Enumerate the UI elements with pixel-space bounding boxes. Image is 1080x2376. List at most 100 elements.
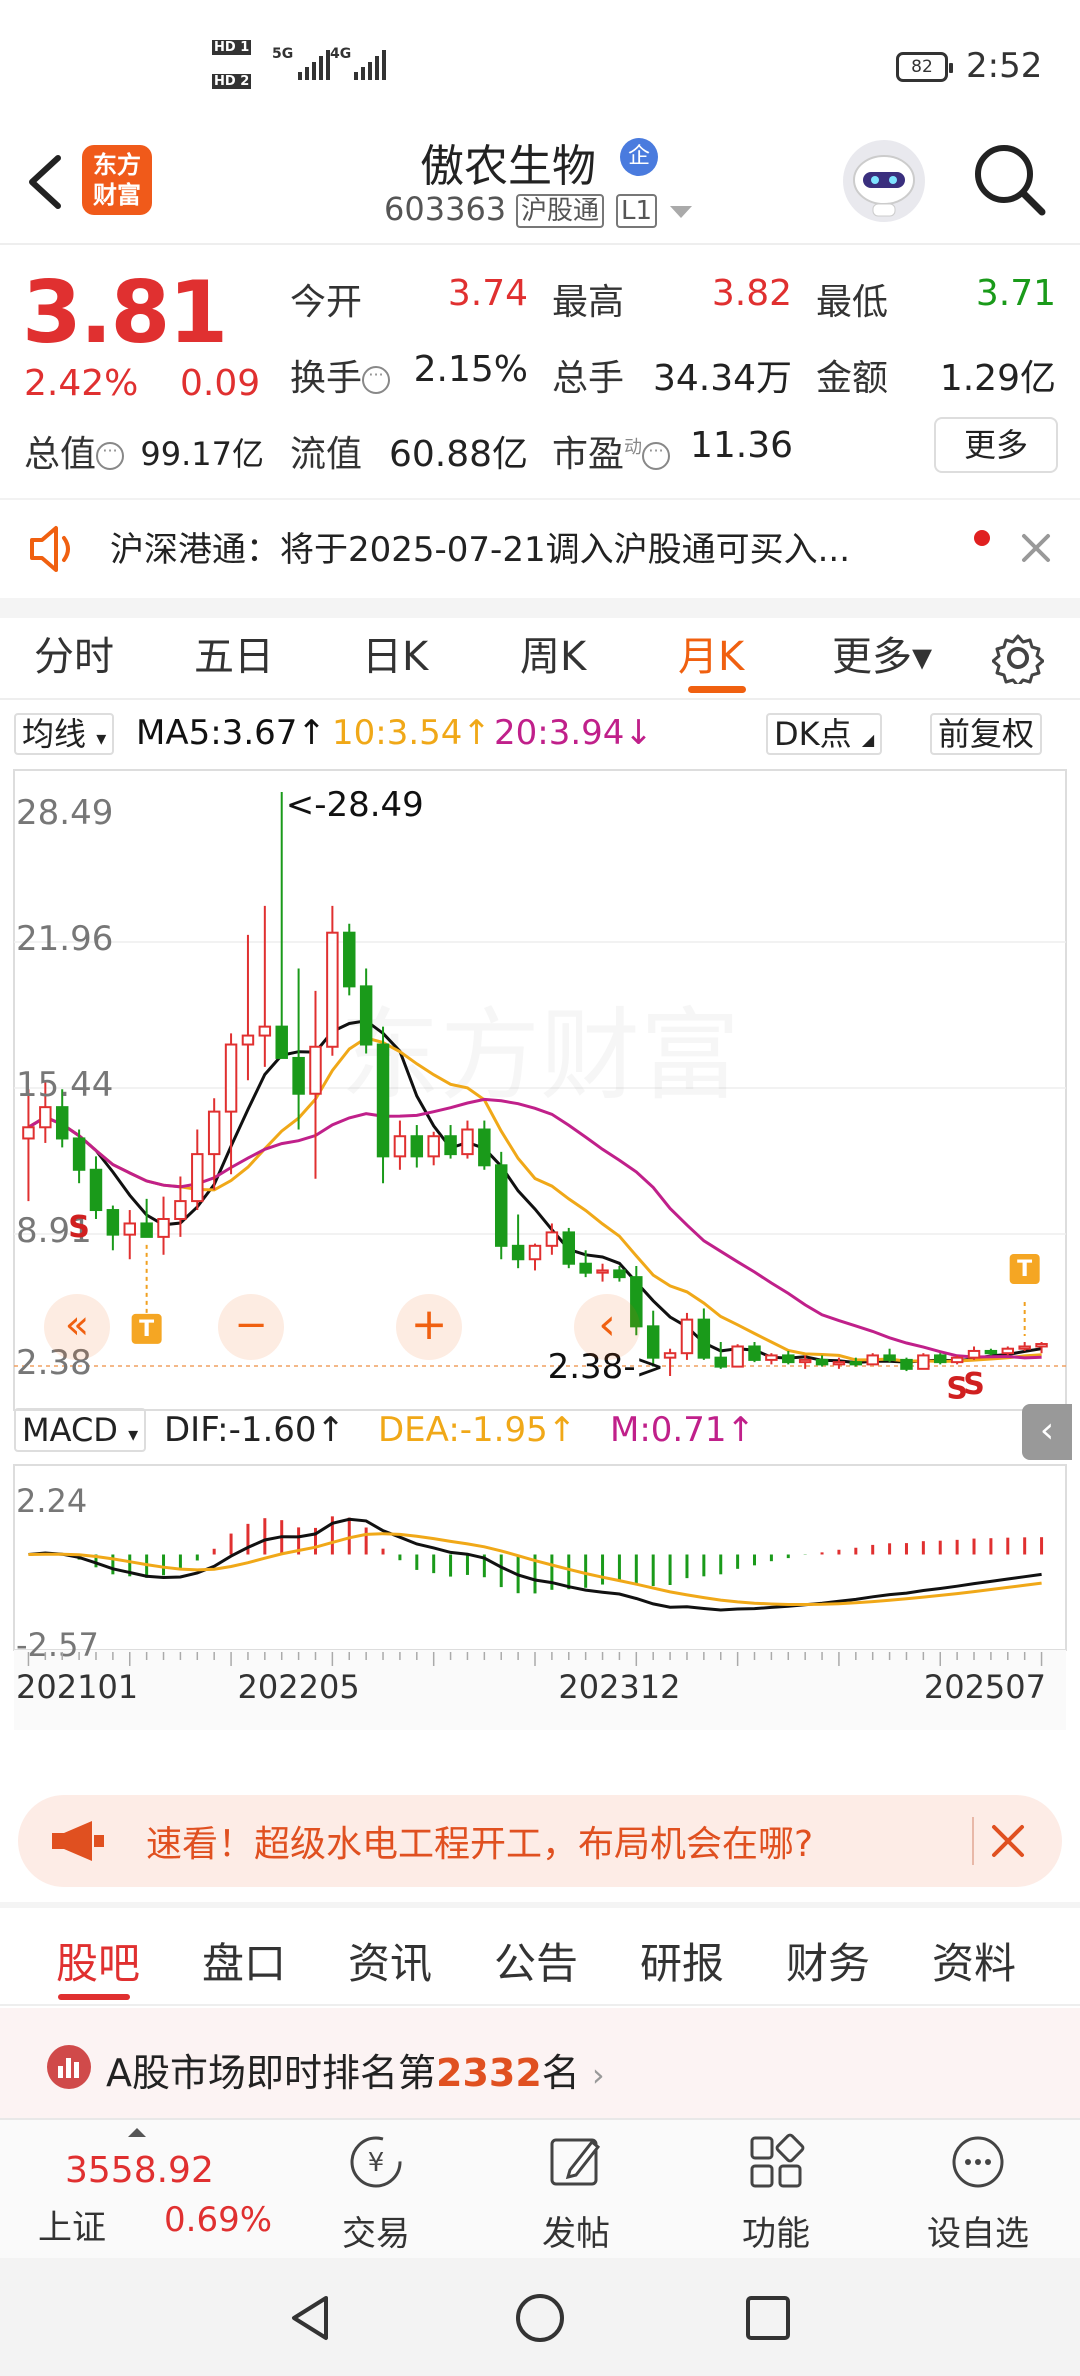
macd-select[interactable]: MACD ▾ [14, 1408, 147, 1452]
tab-monthly-k[interactable]: 月K [678, 624, 744, 682]
period-tabs: 分时 五日 日K 周K 月K 更多▾ [0, 618, 1080, 700]
candle-body [478, 1128, 491, 1167]
active-subtab-indicator [58, 1994, 130, 2000]
candle-body [343, 931, 356, 988]
x-tick-label: 202507 [924, 1668, 1046, 1706]
close-icon[interactable] [1020, 532, 1052, 564]
net1-label: 5G [272, 46, 294, 62]
info-icon[interactable]: ··· [96, 442, 125, 470]
index-value[interactable]: 3558.92 [65, 2150, 214, 2191]
close-icon[interactable] [990, 1823, 1026, 1859]
tab-five-day[interactable]: 五日 [194, 624, 274, 682]
ma-select[interactable]: 均线 ▾ [14, 713, 115, 755]
rank-number: 2332 [436, 2051, 542, 2095]
tab-research[interactable]: 研报 [640, 1930, 724, 1991]
tab-order-book[interactable]: 盘口 [202, 1930, 286, 1991]
back-arrow-icon[interactable] [22, 152, 72, 212]
assistant-robot-avatar[interactable] [843, 140, 925, 222]
index-name: 上证 [38, 2208, 106, 2248]
unread-dot [974, 530, 990, 546]
nav-functions[interactable]: 功能 [706, 2120, 846, 2260]
stock-code: 603363 [384, 190, 507, 228]
stock-header: 东方 财富 傲农生物 企 603363 沪股通 L1 [0, 130, 1080, 245]
candle-body [967, 1349, 981, 1359]
nav-trade[interactable]: ¥ 交易 [306, 2120, 446, 2260]
tab-forum[interactable]: 股吧 [56, 1930, 140, 1991]
tab-weekly-k[interactable]: 周K [520, 624, 586, 682]
signal-icon [298, 50, 330, 80]
system-back-icon[interactable] [286, 2292, 334, 2344]
candle-body [427, 1135, 440, 1158]
kline-chart[interactable]: 东方财富 28.49 21.96 15.44 8.91 2.38 <-28.49 2.38-… [0, 760, 1080, 1780]
level-tag: L1 [616, 194, 658, 228]
info-icon[interactable]: ··· [642, 442, 671, 470]
divider [0, 598, 1080, 618]
notice-text: 沪深港通：将于2025-07-21调入沪股通可买入... [110, 530, 851, 570]
market-rank-banner[interactable]: A股市场即时排名第2332名 › [0, 2008, 1080, 2118]
bottom-nav: 3558.92 上证 0.69% ¥ 交易 发帖 功能 设自选 [0, 2118, 1080, 2258]
code-dropdown-icon[interactable] [670, 206, 692, 218]
grid-icon [750, 2133, 805, 2188]
sim2-badge: HD 2 [212, 74, 252, 89]
candle-body [258, 1025, 272, 1037]
expand-up-icon[interactable] [128, 2128, 146, 2137]
rank-text: A股市场即时排名第2332名 › [106, 2051, 605, 2095]
speaker-icon [30, 526, 70, 572]
candle-body [950, 1356, 964, 1364]
system-recents-icon[interactable] [744, 2294, 792, 2342]
signal-icon-2 [354, 50, 386, 80]
app-logo[interactable]: 东方 财富 [82, 145, 152, 215]
promo-banner[interactable]: 速看！超级水电工程开工，布局机会在哪? [18, 1795, 1062, 1887]
candle-body [461, 1128, 474, 1156]
dk-point-select[interactable]: DK点 ◢ [766, 713, 883, 755]
candle-body [866, 1354, 879, 1366]
tab-more[interactable]: 更多▾ [832, 624, 932, 682]
candle-body [309, 1045, 322, 1095]
status-time: 2:52 [966, 46, 1043, 86]
tab-announcements[interactable]: 公告 [494, 1930, 578, 1991]
tab-profile[interactable]: 资料 [932, 1930, 1016, 1991]
tab-intraday[interactable]: 分时 [34, 624, 114, 682]
expand-panel-button[interactable]: ‹ [1022, 1404, 1072, 1460]
candle-body [528, 1244, 542, 1261]
stock-name: 傲农生物 [420, 141, 596, 192]
system-home-icon[interactable] [514, 2292, 566, 2344]
status-bar: HD 1 HD 2 5G 4G 82 2:52 [0, 0, 1080, 130]
adjust-select[interactable]: 前复权 [930, 713, 1043, 755]
candle-body [410, 1135, 424, 1158]
candle-body [917, 1354, 930, 1370]
search-icon[interactable] [970, 140, 1050, 220]
tab-news[interactable]: 资讯 [348, 1930, 432, 1991]
candle-body [934, 1354, 947, 1364]
zoom-in-button[interactable]: + [396, 1294, 462, 1360]
gear-icon[interactable] [992, 632, 1044, 684]
prev-button[interactable]: ‹ [574, 1294, 640, 1360]
tab-daily-k[interactable]: 日K [362, 624, 428, 682]
turnover-value: 2.15% [413, 349, 528, 390]
info-icon[interactable]: ··· [362, 366, 391, 394]
divider [0, 1902, 1080, 1908]
open-value: 3.74 [447, 273, 528, 314]
candle-body [157, 1217, 170, 1238]
y-tick-label: 28.49 [16, 793, 113, 833]
kline-svg[interactable]: 东方财富 28.4921.9615.448.912.38<-28.492.38-… [0, 760, 1080, 1780]
candle-body [22, 1126, 35, 1140]
change-percent: 2.42% [24, 363, 139, 404]
candle-body [55, 1106, 69, 1140]
candle-body [697, 1318, 711, 1359]
low-value: 3.71 [975, 273, 1056, 314]
candle-body [1035, 1343, 1048, 1348]
notice-bar[interactable]: 沪深港通：将于2025-07-21调入沪股通可买入... [0, 498, 1080, 598]
scroll-left-button[interactable]: « [44, 1294, 110, 1360]
mktcap-value: 99.17亿 [140, 435, 264, 473]
candle-body [393, 1135, 407, 1158]
more-button[interactable]: 更多 [934, 417, 1058, 473]
nav-add-watchlist[interactable]: 设自选 [908, 2120, 1048, 2260]
nav-post[interactable]: 发帖 [506, 2120, 646, 2260]
active-tab-indicator [688, 686, 746, 693]
zoom-out-button[interactable]: − [218, 1294, 284, 1360]
candle-body [376, 1043, 390, 1158]
tab-financials[interactable]: 财务 [786, 1930, 870, 1991]
ma-indicator-bar: 均线 ▾ MA5:3.67↑ 10:3.54↑ 20:3.94↓ DK点 ◢ 前… [0, 705, 1080, 760]
connect-tag: 沪股通 [516, 194, 605, 228]
